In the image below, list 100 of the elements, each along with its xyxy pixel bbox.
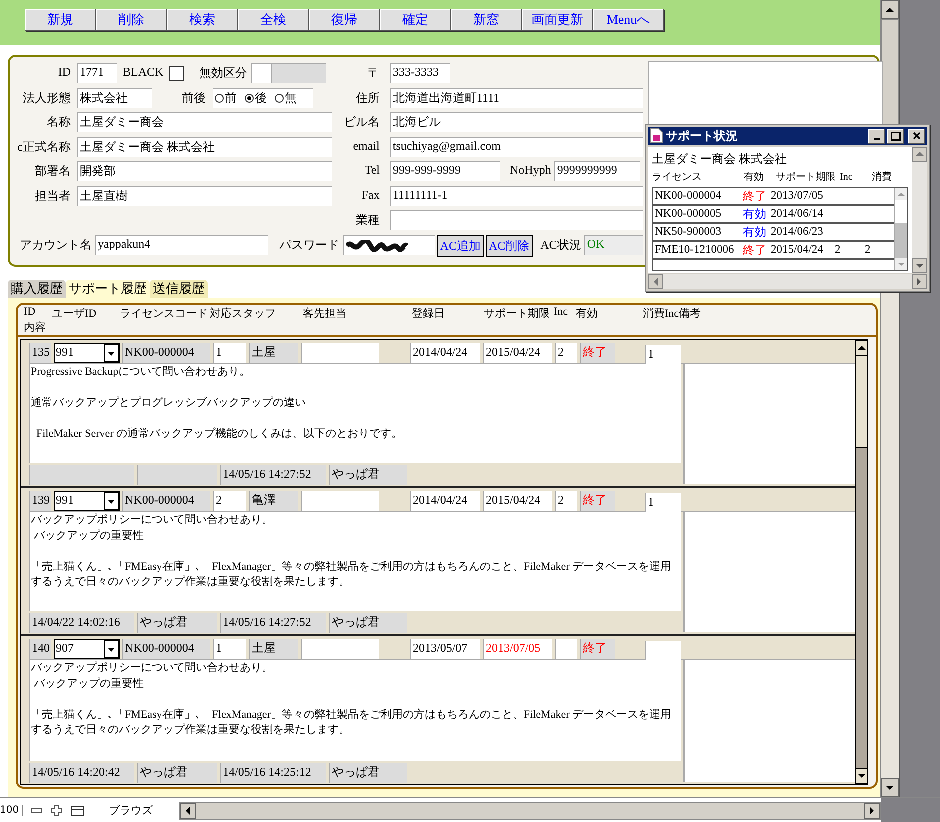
input-field[interactable]: 1 <box>213 639 246 659</box>
input-field[interactable]: 9999999999 <box>554 161 640 181</box>
user-id-dropdown[interactable]: 907 <box>54 639 120 659</box>
maximize-button[interactable] <box>887 128 904 144</box>
date-field[interactable]: 2014/04/24 <box>410 343 480 363</box>
staff-cell: 亀澤 <box>249 491 298 511</box>
scroll-right-icon[interactable] <box>869 806 875 814</box>
input-field[interactable]: 北海道出海道町1111 <box>390 88 643 108</box>
input-field[interactable]: 1 <box>645 493 681 513</box>
field-label: NoHyph <box>510 162 552 178</box>
timestamp-cell: 14/04/22 14:02:16 <box>29 613 134 633</box>
input-field[interactable]: 999-999-9999 <box>390 161 500 181</box>
input-field[interactable] <box>645 641 681 661</box>
field-label: 住所 <box>354 90 380 106</box>
input-field[interactable] <box>555 639 577 659</box>
input-field[interactable]: 土屋ダミー商会 株式会社 <box>77 136 332 156</box>
toolbar-button[interactable]: 確定 <box>380 9 451 31</box>
input-field[interactable]: 開発部 <box>77 161 332 181</box>
id-field[interactable]: 1771 <box>77 63 117 83</box>
date-cell-text: 2014/06/23 <box>771 226 824 238</box>
memo-field[interactable] <box>683 512 855 632</box>
content-line: バックアップポリシーについて問い合わせあり。 <box>31 661 274 676</box>
toolbar-button[interactable]: 画面更新 <box>522 9 593 31</box>
radio-option[interactable]: 前 <box>215 90 237 106</box>
input-field[interactable]: 土屋直樹 <box>77 186 332 206</box>
toolbar-button[interactable]: 新窓 <box>451 9 522 31</box>
tab[interactable]: サポート履歴 <box>66 280 150 298</box>
toolbar-button[interactable]: Menuへ <box>593 9 664 31</box>
zoom-in-icon[interactable] <box>51 804 63 816</box>
field-label: 前後 <box>182 90 206 106</box>
mode-label: ブラウズ <box>109 804 154 818</box>
input-field[interactable]: 2 <box>555 491 577 511</box>
content-line: 「売上猫くん」､「FMEasy在庫」､「FlexManager」等々の弊社製品をご利用の方はもちろんのこと、FileMaker データベースを運用するうえで日々のバックアップ作業は重要な役割を果たします。 <box>31 560 672 590</box>
column-header: 有効 <box>576 307 598 321</box>
id-cell: 139 <box>29 491 51 511</box>
account-field[interactable]: yappakun4 <box>95 235 268 255</box>
date-field[interactable]: 2015/04/24 <box>483 491 552 511</box>
input-field[interactable]: 11111111-1 <box>390 186 643 206</box>
input-field[interactable]: 北海ビル <box>390 112 643 132</box>
scroll-down-icon[interactable] <box>858 773 866 779</box>
field-label: Fax <box>360 186 380 202</box>
list-scrollbar[interactable] <box>855 340 867 784</box>
toolbar-button[interactable]: 検索 <box>167 9 238 31</box>
scroll-up-icon[interactable] <box>886 6 894 12</box>
content-field[interactable]: バックアップポリシーについて問い合わせあり。 バックアップの重要性 「売上猫くん」､「FMEasy在庫」､「FlexManager」等々の弊社製品をご利用の方はもちろんのこと、FileMaker データベースを運用するうえで日々のバックアップ作業は重要な役割を果たします。 <box>29 660 681 761</box>
input-field[interactable] <box>390 210 643 230</box>
minimize-icon <box>874 138 880 140</box>
ac-button[interactable]: AC追加 <box>437 235 484 257</box>
radio-option[interactable]: 後 <box>245 90 267 106</box>
memo-field[interactable] <box>683 364 855 484</box>
toolbar-button[interactable]: 復帰 <box>309 9 380 31</box>
consumed-cell: 2 <box>865 244 871 256</box>
license-cell: NK00-000004 <box>122 639 210 659</box>
date-field[interactable]: 2013/07/05 <box>483 639 552 659</box>
layout-icon[interactable] <box>71 804 84 816</box>
field-label: パスワード <box>280 237 340 254</box>
close-button[interactable] <box>908 128 925 144</box>
input-field[interactable] <box>301 491 379 511</box>
minimize-button[interactable] <box>868 128 885 144</box>
radio-option[interactable]: 無 <box>275 90 297 106</box>
content-field[interactable]: Progressive Backupについて問い合わせあり。 通常バックアップとプログレッシブバックアップの違い FileMaker Server の通常バックアップ機能のしくみは、以下のとおりです。 <box>29 364 681 463</box>
field-label: 部署名 <box>34 163 71 180</box>
checkbox[interactable] <box>168 66 184 81</box>
content-field[interactable]: バックアップポリシーについて問い合わせあり。 バックアップの重要性 「売上猫くん」､「FMEasy在庫」､「FlexManager」等々の弊社製品をご利用の方はもちろんのこと、FileMaker データベースを運用するうえで日々のバックアップ作業は重要な役割を果たします。 <box>29 512 681 611</box>
input-field[interactable]: 2 <box>555 343 577 363</box>
input-field[interactable]: 1 <box>213 343 246 363</box>
input-field[interactable]: 株式会社 <box>77 88 152 108</box>
input-field[interactable]: 1 <box>645 345 681 365</box>
tab[interactable]: 購入履歴 <box>8 280 66 298</box>
input-field[interactable]: 333-3333 <box>390 63 450 83</box>
user-cell: やっぱ君 <box>137 763 217 783</box>
ac-button[interactable]: AC削除 <box>486 235 533 257</box>
date-field[interactable]: 2015/04/24 <box>483 343 552 363</box>
scroll-thumb[interactable] <box>856 447 867 768</box>
date-field[interactable]: 2013/05/07 <box>410 639 480 659</box>
inc-cell-text: 2 <box>835 244 842 256</box>
scroll-down-icon[interactable] <box>886 784 894 790</box>
input-field[interactable] <box>250 63 271 83</box>
toolbar-button[interactable]: 削除 <box>96 9 167 31</box>
id-cell: 140 <box>29 639 51 659</box>
scroll-up-icon[interactable] <box>858 345 866 351</box>
tab[interactable]: 送信履歴 <box>150 280 208 298</box>
status-cell-text: 終了 <box>743 190 768 204</box>
input-field[interactable] <box>301 343 379 363</box>
input-field[interactable] <box>301 639 379 659</box>
password-field[interactable] <box>342 235 436 255</box>
input-field[interactable]: tsuchiyag@gmail.com <box>390 136 643 156</box>
memo-field[interactable] <box>683 660 855 782</box>
horizontal-scrollbar[interactable] <box>179 802 881 820</box>
user-id-dropdown[interactable]: 991 <box>54 343 120 363</box>
input-field[interactable] <box>270 63 326 83</box>
field-label: 無効区分 <box>200 65 248 82</box>
column-header: 内容 <box>24 320 46 335</box>
toolbar-button[interactable]: 全検 <box>238 9 309 31</box>
date-field[interactable]: 2014/04/24 <box>410 491 480 511</box>
toolbar-button[interactable]: 新規 <box>25 9 96 31</box>
scroll-left-icon[interactable] <box>185 806 191 814</box>
input-field[interactable]: 土屋ダミー商会 <box>77 112 332 132</box>
input-field[interactable]: 2 <box>213 491 246 511</box>
user-id-dropdown[interactable]: 991 <box>54 491 120 511</box>
